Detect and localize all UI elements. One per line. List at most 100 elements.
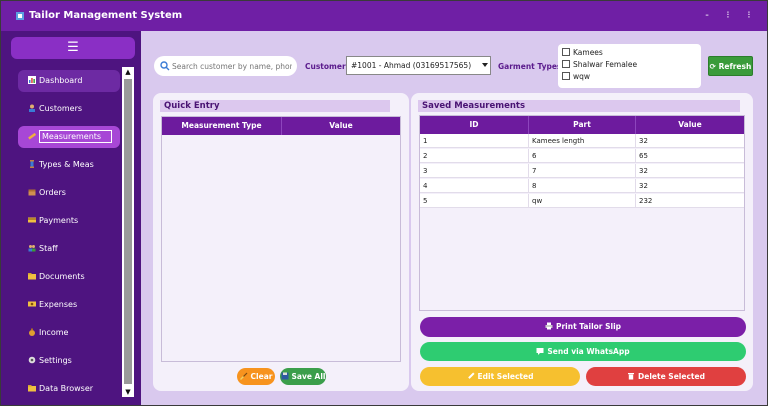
sidebar-item-label: Data Browser: [39, 384, 94, 393]
cell-value: 65: [639, 152, 648, 160]
table-row[interactable]: 5 qw 232: [420, 194, 744, 208]
close-button[interactable]: ⁝: [739, 8, 759, 24]
gear-icon: [28, 356, 36, 364]
garment-option-label: wqw: [573, 72, 591, 81]
person-icon: [29, 104, 35, 112]
sidebar-scrollbar[interactable]: ▲ ▼: [122, 67, 134, 397]
sidebar-item-label: Types & Meas: [39, 160, 94, 169]
sidebar-item-orders[interactable]: Orders: [18, 182, 120, 204]
cell-id: 3: [420, 164, 529, 178]
checkbox[interactable]: [562, 60, 570, 68]
table-row[interactable]: 1 Kamees length 32: [420, 134, 744, 148]
refresh-button[interactable]: ⟳ Refresh: [708, 56, 753, 76]
sidebar-item-data-browser[interactable]: Data Browser: [18, 378, 120, 400]
checkbox[interactable]: [562, 72, 570, 80]
message-icon: [536, 348, 544, 355]
cell-part: 7: [529, 164, 636, 178]
scroll-up-icon[interactable]: ▲: [122, 67, 134, 77]
ruler-icon: [28, 132, 36, 140]
app-logo-icon: [16, 12, 24, 20]
chart-icon: [28, 76, 36, 84]
edit-label: Edit Selected: [477, 372, 534, 381]
window-title: Tailor Management System: [29, 10, 183, 21]
box-icon: [28, 189, 36, 196]
sidebar-item-expenses[interactable]: Expenses: [18, 294, 120, 316]
whatsapp-label: Send via WhatsApp: [547, 347, 630, 356]
folder-icon: [28, 273, 36, 280]
column-header-id[interactable]: ID: [420, 116, 529, 134]
broom-icon: [239, 372, 247, 380]
sidebar-item-settings[interactable]: Settings: [18, 350, 120, 372]
customer-selected-value: #1001 - Ahmad (03169517565): [351, 61, 472, 70]
menu-toggle-button[interactable]: ☰: [11, 37, 135, 59]
cell-id: 2: [420, 149, 529, 163]
maximize-button[interactable]: ⁝: [718, 8, 738, 24]
table-header: Measurement Type Value: [162, 117, 400, 135]
minimize-button[interactable]: -: [697, 8, 717, 24]
refresh-icon: ⟳: [709, 62, 716, 71]
cell-id: 5: [420, 194, 529, 208]
garment-option-shalwar-femalee[interactable]: Shalwar Femalee: [562, 59, 637, 70]
garment-types-label: Garment Types: [498, 62, 562, 71]
column-header-measurement-type[interactable]: Measurement Type: [162, 117, 282, 135]
scroll-down-icon[interactable]: ▼: [122, 387, 134, 397]
edit-selected-button[interactable]: Edit Selected: [420, 367, 580, 386]
cell-value: 32: [639, 182, 648, 190]
garment-option-label: Kamees: [573, 48, 603, 57]
save-all-label: Save All: [291, 372, 326, 381]
cell-value: 232: [639, 197, 653, 205]
print-tailor-slip-button[interactable]: Print Tailor Slip: [420, 317, 746, 337]
search-input[interactable]: [172, 59, 292, 73]
column-header-part[interactable]: Part: [529, 116, 636, 134]
sidebar-item-label: Customers: [39, 104, 83, 113]
column-header-value[interactable]: Value: [282, 117, 400, 135]
cell-part: qw: [529, 194, 636, 208]
sidebar-item-label: Settings: [39, 356, 72, 365]
sidebar-item-dashboard[interactable]: Dashboard: [18, 70, 120, 92]
quick-entry-panel: Quick Entry Measurement Type Value: [153, 93, 409, 391]
save-all-button[interactable]: Save All: [280, 368, 326, 385]
quick-entry-table: Measurement Type Value: [161, 116, 401, 362]
search-box[interactable]: [154, 56, 297, 76]
sidebar-item-label: Dashboard: [39, 76, 83, 85]
table-row[interactable]: 4 8 32: [420, 179, 744, 193]
delete-selected-button[interactable]: Delete Selected: [586, 367, 746, 386]
sidebar-item-documents[interactable]: Documents: [18, 266, 120, 288]
print-label: Print Tailor Slip: [555, 322, 622, 331]
cell-id: 1: [420, 134, 529, 148]
printer-icon: [545, 322, 553, 330]
garment-option-label: Shalwar Femalee: [573, 60, 638, 69]
table-row[interactable]: 2 6 65: [420, 149, 744, 163]
sidebar-item-label: Staff: [39, 244, 58, 253]
delete-label: Delete Selected: [638, 372, 705, 381]
sidebar-item-payments[interactable]: Payments: [18, 210, 120, 232]
checkbox[interactable]: [562, 48, 570, 56]
cell-part: 8: [529, 179, 636, 193]
sidebar-item-customers[interactable]: Customers: [18, 98, 120, 120]
sidebar-item-types-meas[interactable]: Types & Meas: [18, 154, 120, 176]
people-icon: [28, 245, 36, 252]
customer-dropdown[interactable]: #1001 - Ahmad (03169517565): [346, 56, 491, 75]
sidebar-item-income[interactable]: Income: [18, 322, 120, 344]
table-row[interactable]: 3 7 32: [420, 164, 744, 178]
cell-value: 32: [639, 137, 648, 145]
garment-option-wqw[interactable]: wqw: [562, 71, 590, 82]
sidebar-item-label: Orders: [39, 188, 66, 197]
money-icon: [28, 301, 36, 307]
search-icon: [160, 61, 170, 71]
scrollbar-thumb[interactable]: [124, 79, 132, 384]
send-whatsapp-button[interactable]: Send via WhatsApp: [420, 342, 746, 361]
sidebar-nav: Dashboard Customers Measurements Types &…: [1, 67, 120, 405]
folder-icon: [28, 385, 36, 392]
moneybag-icon: [29, 328, 35, 336]
column-header-value[interactable]: Value: [636, 116, 744, 134]
sidebar-item-label: Documents: [39, 272, 85, 281]
clear-button[interactable]: Clear: [237, 368, 275, 385]
trash-icon: [628, 373, 635, 380]
sidebar-item-staff[interactable]: Staff: [18, 238, 120, 260]
garment-option-kamees[interactable]: Kamees: [562, 47, 603, 58]
sidebar-item-label: Payments: [39, 216, 79, 225]
cell-part: 6: [529, 149, 636, 163]
pencil-icon: [467, 372, 475, 379]
sidebar-item-measurements[interactable]: Measurements: [18, 126, 120, 148]
